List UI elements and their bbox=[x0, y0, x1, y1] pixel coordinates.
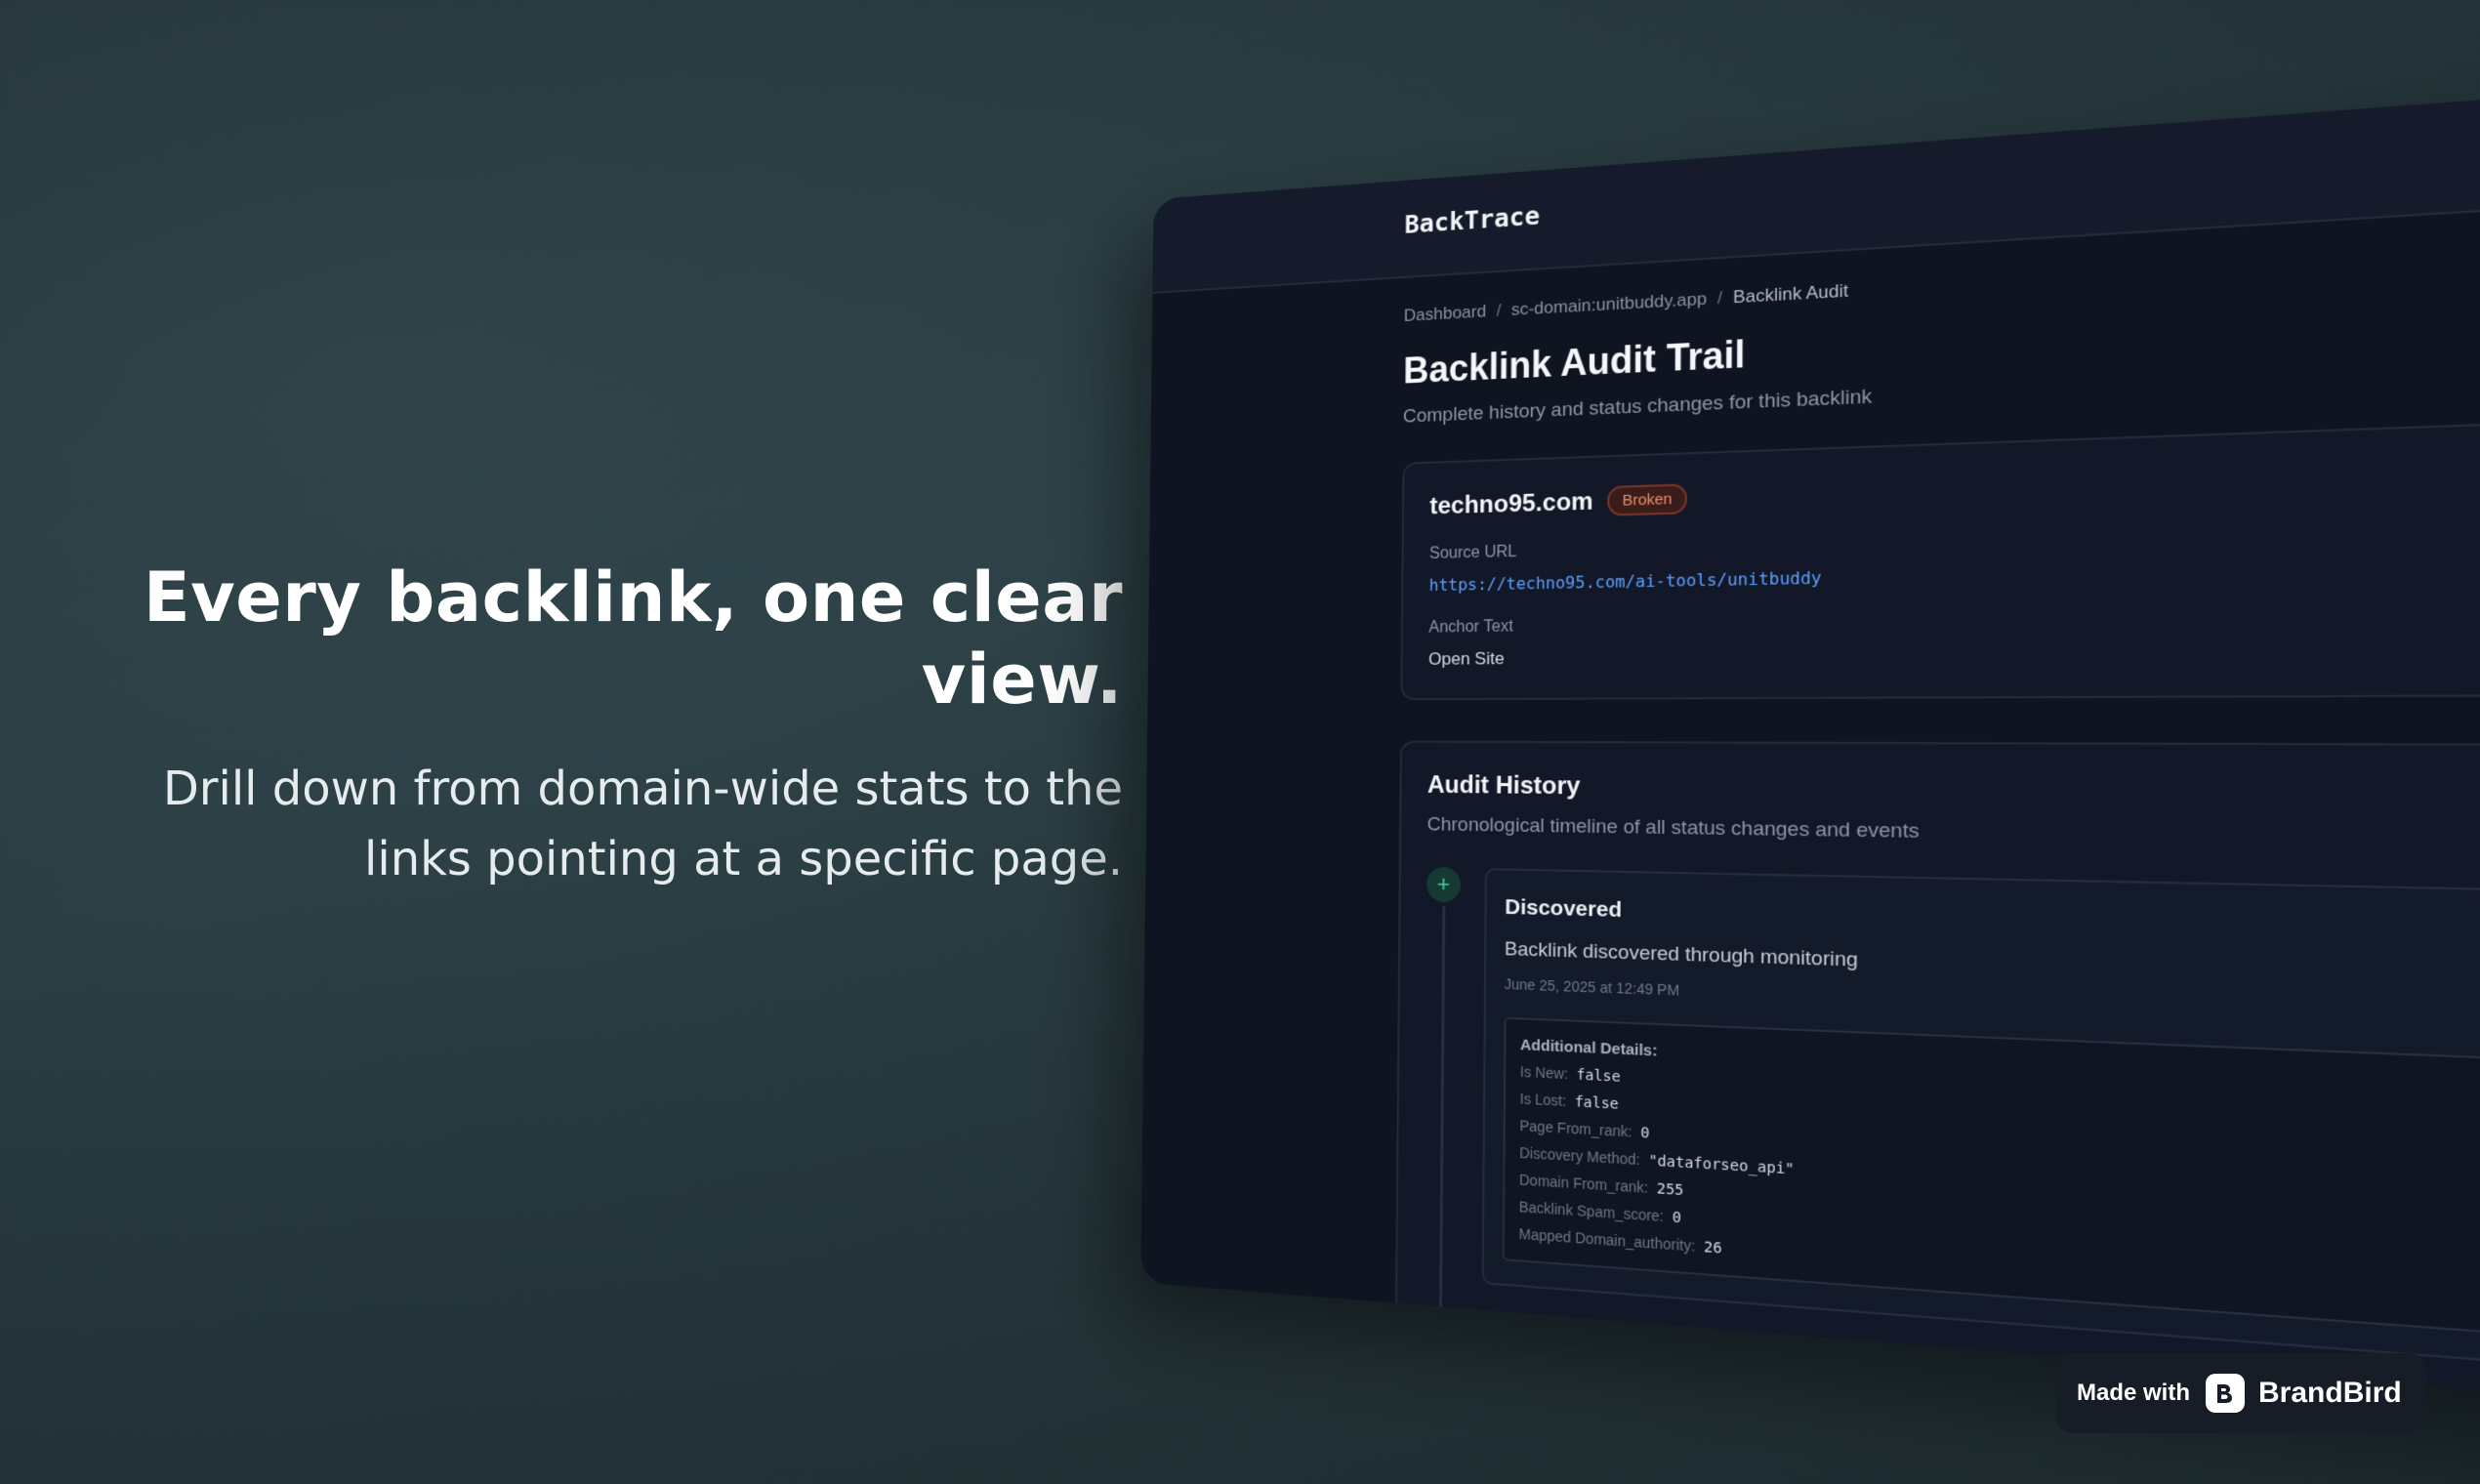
timeline-event: Discovered Backlink discovered through m… bbox=[1482, 868, 2480, 1380]
detail-value: 0 bbox=[1640, 1125, 1649, 1142]
app-preview-stage: BackTrace Dashboard / sc-domain:unitbuddy.… bbox=[1147, 88, 2480, 1357]
hero-subline: Drill down from domain-wide stats to the… bbox=[107, 754, 1123, 894]
detail-value: 255 bbox=[1657, 1180, 1684, 1199]
detail-value: false bbox=[1575, 1094, 1619, 1114]
made-with-badge[interactable]: Made with BrandBird bbox=[2055, 1353, 2426, 1433]
detail-key: Discovery Method: bbox=[1519, 1144, 1640, 1168]
hero-section: Every backlink, one clear view. Drill do… bbox=[107, 556, 1123, 894]
additional-details: Additional Details: Is New: false Is Lost… bbox=[1503, 1017, 2480, 1349]
backlink-domain: techno95.com bbox=[1429, 487, 1593, 520]
detail-value: 0 bbox=[1673, 1210, 1681, 1227]
detail-value: "dataforseo_api" bbox=[1648, 1153, 1794, 1178]
hero-headline: Every backlink, one clear view. bbox=[107, 556, 1123, 721]
brandbird-name: BrandBird bbox=[2258, 1377, 2402, 1410]
detail-key: Is New: bbox=[1520, 1063, 1568, 1082]
anchor-text-value: Open Site bbox=[1428, 637, 2480, 670]
breadcrumb-separator: / bbox=[1496, 301, 1501, 320]
domain-row: techno95.com Broken bbox=[1429, 451, 2480, 520]
detail-key: Page From_rank: bbox=[1519, 1117, 1632, 1139]
breadcrumb-current: Backlink Audit bbox=[1733, 280, 1848, 307]
detail-key: Mapped Domain_authority: bbox=[1519, 1225, 1696, 1255]
detail-value: 26 bbox=[1704, 1239, 1722, 1257]
detail-value: false bbox=[1576, 1067, 1620, 1086]
source-url-label: Source URL bbox=[1429, 515, 2480, 563]
audit-history-card: Audit History Chronological timeline of … bbox=[1394, 741, 2480, 1420]
backlink-card: techno95.com Broken Source URL https://t… bbox=[1400, 414, 2480, 700]
breadcrumb-separator: / bbox=[1717, 288, 1722, 309]
detail-key: Is Lost: bbox=[1520, 1091, 1567, 1110]
breadcrumb-dashboard[interactable]: Dashboard bbox=[1404, 302, 1487, 325]
detail-key: Domain From_rank: bbox=[1519, 1172, 1648, 1196]
timeline: + Discovered Backlink discovered through… bbox=[1424, 867, 2480, 1379]
brandbird-logo-icon bbox=[2206, 1374, 2245, 1413]
breadcrumb-domain[interactable]: sc-domain:unitbuddy.app bbox=[1511, 289, 1707, 319]
timeline-line bbox=[1438, 906, 1446, 1420]
made-with-label: Made with bbox=[2077, 1380, 2190, 1407]
detail-key: Backlink Spam_score: bbox=[1519, 1198, 1664, 1224]
main-content: Dashboard / sc-domain:unitbuddy.app / Backli… bbox=[1394, 226, 2480, 1420]
history-subtitle: Chronological timeline of all status cha… bbox=[1427, 814, 2480, 856]
anchor-text-label: Anchor Text bbox=[1428, 601, 2480, 638]
app-brand[interactable]: BackTrace bbox=[1404, 201, 1540, 239]
status-badge: Broken bbox=[1607, 483, 1686, 515]
plus-icon: + bbox=[1426, 867, 1461, 902]
history-title: Audit History bbox=[1427, 771, 2480, 813]
app-window: BackTrace Dashboard / sc-domain:unitbuddy.… bbox=[1140, 74, 2480, 1420]
